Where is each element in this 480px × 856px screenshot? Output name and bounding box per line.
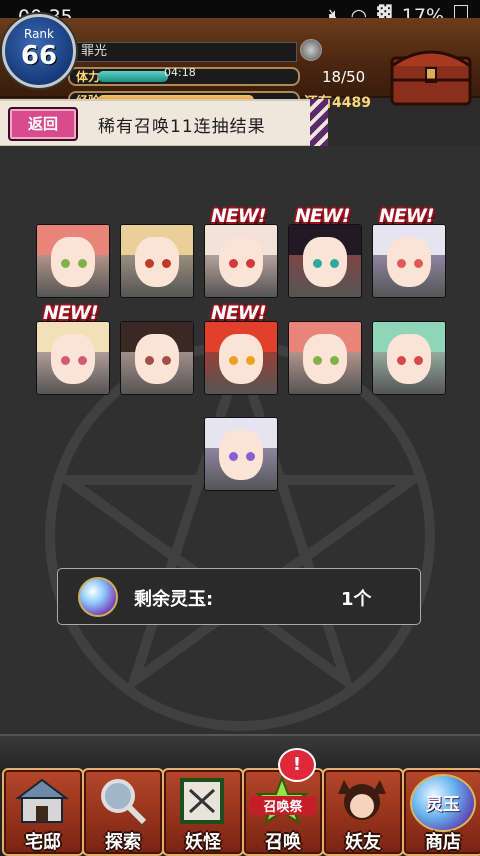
character-eye (414, 356, 423, 365)
character-eye (78, 356, 87, 365)
summon-festival-banner: 召唤祭 (250, 796, 316, 815)
summon-result-card[interactable] (289, 225, 361, 297)
jade-remaining-panel: 剩余灵玉: 1个 (57, 568, 421, 625)
nav-label: 探索 (105, 832, 141, 853)
nav-friends[interactable]: 妖友 (322, 768, 404, 856)
character-eye (162, 356, 171, 365)
stamina-label: 体力 (76, 70, 101, 84)
scroll-icon (180, 778, 224, 824)
coin-icon (300, 39, 322, 61)
summon-result-card[interactable] (205, 225, 277, 297)
ribbon-decoration (310, 99, 328, 147)
shop-orb-text: 灵玉 (426, 795, 460, 815)
character-eye (61, 259, 70, 268)
stamina-timer: 04:18 (164, 66, 196, 79)
character-eye (246, 452, 255, 461)
character-face (219, 430, 263, 480)
nav-label: 召唤 (265, 832, 301, 853)
character-eye (313, 356, 322, 365)
character-eye (246, 356, 255, 365)
summon-result-card[interactable] (121, 322, 193, 394)
summon-result-card[interactable] (205, 418, 277, 490)
new-badge: NEW! (211, 302, 267, 324)
character-eye (162, 259, 171, 268)
character-eye (145, 356, 154, 365)
summon-result-card[interactable] (37, 322, 109, 394)
new-badge: NEW! (43, 302, 99, 324)
result-ribbon: 返回 稀有召唤11连抽结果 (0, 99, 328, 147)
back-button[interactable]: 返回 (8, 107, 78, 141)
rank-number: 66 (20, 41, 58, 71)
nav-explore[interactable]: 探索 (82, 768, 164, 856)
bottom-nav: 宅邸 探索 妖怪 召唤祭 召唤 妖友 灵玉 商店 (0, 734, 480, 856)
summon-result-card[interactable] (205, 322, 277, 394)
character-eye (330, 259, 339, 268)
character-face (51, 334, 95, 384)
summon-alert-badge: ! (278, 748, 316, 782)
new-badge: NEW! (295, 205, 351, 227)
nav-label: 妖怪 (185, 832, 221, 853)
character-face (303, 237, 347, 287)
nav-shop[interactable]: 灵玉 商店 (402, 768, 480, 856)
jade-label: 剩余灵玉: (134, 589, 214, 610)
nav-mansion[interactable]: 宅邸 (2, 768, 84, 856)
character-eye (397, 259, 406, 268)
shop-orb-icon: 灵玉 (410, 774, 476, 832)
character-eye (330, 356, 339, 365)
nav-label: 宅邸 (25, 832, 61, 853)
player-name: 罪光 (74, 42, 297, 62)
character-eye (397, 356, 406, 365)
pentagram-background-icon (45, 339, 435, 731)
new-badge: NEW! (211, 205, 267, 227)
rank-badge: Rank 66 (2, 14, 76, 88)
character-eye (61, 356, 70, 365)
page-title: 稀有召唤11连抽结果 (98, 117, 266, 137)
character-face (219, 237, 263, 287)
character-eye (229, 356, 238, 365)
character-eye (246, 259, 255, 268)
character-eye (414, 259, 423, 268)
stamina-bar: 体力 04:18 (68, 66, 300, 86)
character-face (135, 334, 179, 384)
stamina-fill (98, 71, 169, 82)
summon-result-card[interactable] (37, 225, 109, 297)
rank-label: Rank (24, 27, 54, 41)
treasure-chest-icon[interactable] (388, 40, 474, 108)
summon-result-card[interactable] (289, 322, 361, 394)
character-eye (78, 259, 87, 268)
summon-result-area: NEW! NEW! NEW! NEW! NEW! 剩余灵玉: 1个 (0, 146, 480, 734)
new-badge: NEW! (379, 205, 435, 227)
character-eye (229, 452, 238, 461)
character-face (387, 237, 431, 287)
spirit-jade-icon (78, 577, 118, 617)
nav-youkai[interactable]: 妖怪 (162, 768, 244, 856)
nav-summon[interactable]: 召唤祭 召唤 (242, 768, 324, 856)
nav-label: 商店 (425, 832, 461, 853)
summon-result-card[interactable] (373, 322, 445, 394)
stamina-value: 18/50 (322, 68, 366, 86)
character-face (51, 237, 95, 287)
jade-value: 1个 (341, 589, 372, 610)
character-face (219, 334, 263, 384)
magnifier-icon (101, 779, 147, 825)
character-eye (313, 259, 322, 268)
summon-result-card[interactable] (373, 225, 445, 297)
character-eye (145, 259, 154, 268)
friend-icon (338, 780, 386, 820)
house-icon (15, 778, 69, 823)
character-face (303, 334, 347, 384)
character-eye (229, 259, 238, 268)
character-face (387, 334, 431, 384)
nav-label: 妖友 (345, 832, 381, 853)
character-face (135, 237, 179, 287)
summon-result-card[interactable] (121, 225, 193, 297)
